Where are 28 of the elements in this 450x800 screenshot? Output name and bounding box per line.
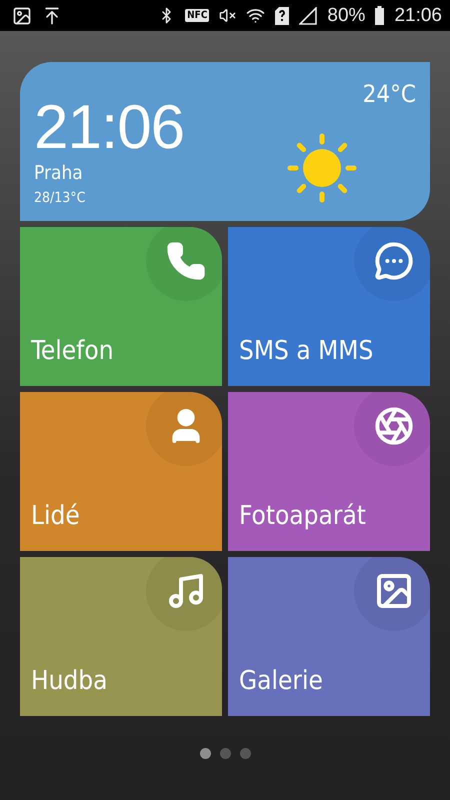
city-name: Praha [34, 162, 84, 184]
battery-percent: 80% [327, 4, 366, 26]
clock-time: 21:06 [34, 94, 186, 162]
image-icon [374, 571, 414, 611]
wifi-icon [246, 6, 266, 25]
app-tile[interactable]: Telefon [20, 227, 222, 386]
page-dot[interactable] [220, 748, 230, 759]
nfc-label: NFC [185, 9, 210, 22]
sim-card-icon [275, 6, 290, 24]
chat-bubble-icon [374, 241, 414, 281]
current-temperature: 24°C [362, 80, 416, 108]
aperture-icon [374, 406, 414, 446]
battery-icon [375, 6, 384, 25]
app-tile[interactable]: Lidé [20, 392, 222, 551]
page-dot[interactable] [240, 748, 250, 759]
app-tile[interactable]: Hudba [20, 557, 222, 716]
image-icon [12, 6, 32, 26]
phone-icon [166, 241, 206, 281]
page-dot[interactable] [200, 748, 210, 759]
app-tile[interactable]: Galerie [228, 557, 430, 716]
status-time: 21:06 [394, 4, 442, 26]
signal-icon [299, 6, 318, 24]
app-tile[interactable]: SMS a MMS [228, 227, 430, 386]
weather-widget[interactable]: 21:06 Praha 28/13°C 24°C [20, 62, 430, 221]
mute-icon [219, 7, 236, 24]
temperature-range: 28/13°C [34, 190, 86, 206]
music-note-icon [166, 571, 206, 611]
app-tile[interactable]: Fotoaparát [228, 392, 430, 551]
